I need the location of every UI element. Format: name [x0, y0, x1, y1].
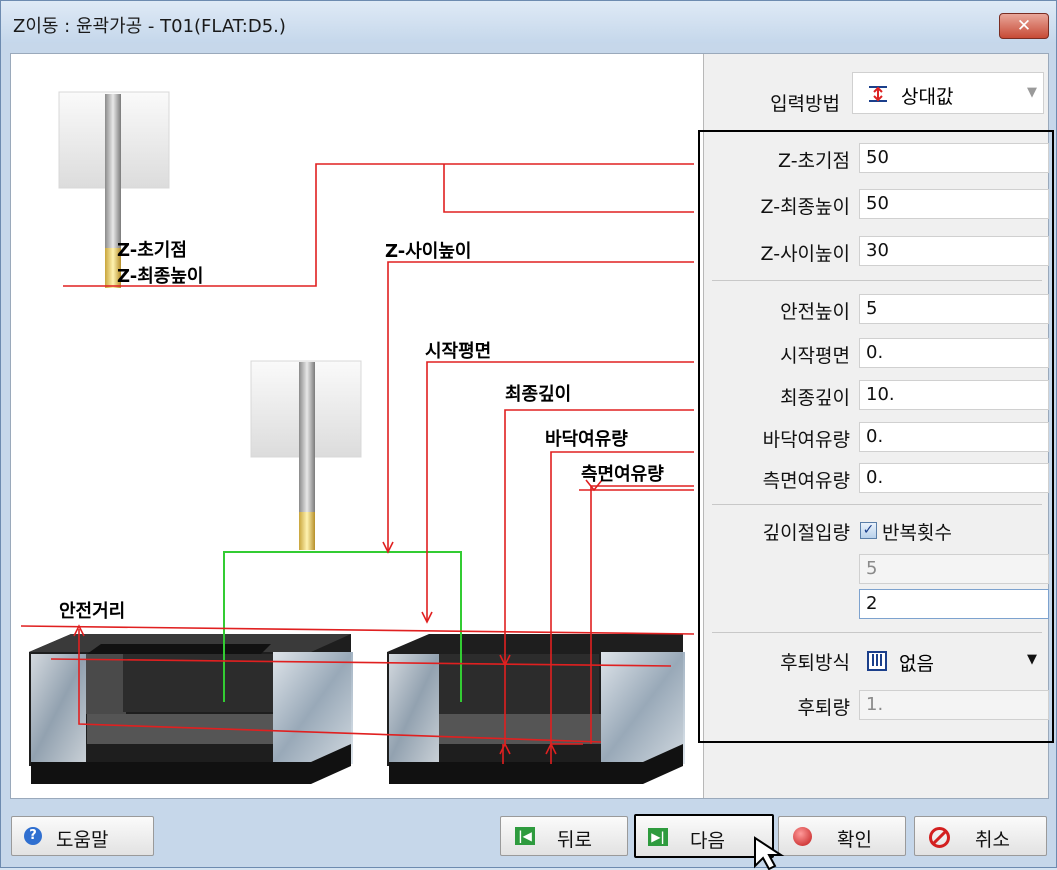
retract-method-label: 후퇴방식	[780, 652, 850, 674]
z-initial-label: Z-초기점	[778, 150, 850, 172]
button-bar: ? 도움말 |◀ 뒤로 ▶| 다음 확인 취소	[1, 806, 1056, 870]
depth-cut-label: 깊이절입량	[762, 522, 850, 544]
depth-cut-disabled-field: 5	[859, 554, 1049, 584]
window-title: Z이동 : 윤곽가공 - T01(FLAT:D5.)	[13, 16, 286, 37]
close-button[interactable]: ✕	[999, 13, 1049, 39]
back-button[interactable]: |◀ 뒤로	[500, 816, 628, 856]
parameter-panel: 입력방법 상대값 ▼ Z-초기점 50 Z-최종높이 50 Z-사이높이 30 …	[703, 54, 1049, 798]
retract-method-value: 없음	[899, 653, 934, 675]
side-allowance-field[interactable]: 0.	[859, 463, 1049, 493]
ok-button[interactable]: 확인	[778, 816, 906, 856]
next-button-label: 다음	[690, 830, 725, 852]
chevron-down-icon: ▼	[1027, 652, 1037, 667]
retract-amount-label: 후퇴량	[797, 697, 850, 719]
client-area: Z-초기점 Z-최종높이 Z-사이높이 시작평면 최종깊이 바닥여유량 측면여유…	[10, 53, 1049, 799]
label-final-depth: 최종깊이	[505, 384, 571, 405]
floor-allowance-label: 바닥여유량	[762, 429, 850, 451]
input-method-dropdown[interactable]: 상대값 ▼	[852, 72, 1044, 114]
z-final-height-label: Z-최종높이	[760, 196, 850, 218]
cancel-icon	[929, 827, 950, 848]
mouse-cursor-icon	[754, 836, 785, 870]
ok-icon	[793, 827, 812, 846]
label-safe-distance: 안전거리	[59, 601, 125, 622]
help-icon: ?	[24, 827, 42, 845]
start-plane-field[interactable]: 0.	[859, 338, 1049, 368]
label-z-initial: Z-초기점	[117, 240, 187, 261]
repeat-count-checkbox[interactable]: ✓	[860, 522, 877, 539]
retract-icon	[867, 651, 887, 671]
side-allowance-label: 측면여유량	[762, 470, 850, 492]
title-bar: Z이동 : 윤곽가공 - T01(FLAT:D5.) ✕	[1, 1, 1056, 43]
cancel-button[interactable]: 취소	[914, 816, 1047, 856]
illustration-panel: Z-초기점 Z-최종높이 Z-사이높이 시작평면 최종깊이 바닥여유량 측면여유…	[11, 54, 703, 798]
safe-height-field[interactable]: 5	[859, 294, 1049, 324]
tool-middle-icon	[250, 360, 362, 550]
workpiece-left-icon	[29, 634, 353, 784]
chevron-down-icon: ▼	[1027, 85, 1037, 100]
relative-value-icon	[867, 84, 889, 104]
repeat-count-label: 반복횟수	[882, 522, 952, 544]
z-final-height-field[interactable]: 50	[859, 189, 1049, 219]
ok-button-label: 확인	[837, 829, 872, 851]
final-depth-label: 최종깊이	[780, 387, 850, 409]
back-icon: |◀	[515, 827, 535, 845]
safe-height-label: 안전높이	[780, 301, 850, 323]
input-method-label: 입력방법	[770, 93, 840, 115]
retract-amount-field: 1.	[859, 690, 1049, 720]
help-button[interactable]: ? 도움말	[11, 816, 154, 856]
separator	[712, 504, 1042, 505]
label-side-allowance: 측면여유량	[581, 464, 664, 485]
z-between-height-field[interactable]: 30	[859, 236, 1049, 266]
label-z-between-height: Z-사이높이	[385, 241, 471, 262]
label-floor-allowance: 바닥여유량	[545, 429, 628, 450]
depth-cut-field[interactable]: 2	[859, 589, 1049, 619]
back-button-label: 뒤로	[557, 829, 592, 851]
retract-method-dropdown[interactable]: 없음 ▼	[852, 639, 1044, 681]
next-icon: ▶|	[648, 828, 668, 846]
start-plane-label: 시작평면	[780, 345, 850, 367]
cancel-button-label: 취소	[975, 829, 1010, 851]
help-button-label: 도움말	[56, 829, 109, 851]
label-z-final-height: Z-최종높이	[117, 266, 203, 287]
label-start-plane: 시작평면	[425, 341, 491, 362]
final-depth-field[interactable]: 10.	[859, 380, 1049, 410]
floor-allowance-field[interactable]: 0.	[859, 422, 1049, 452]
z-between-height-label: Z-사이높이	[760, 243, 850, 265]
separator	[712, 280, 1042, 281]
input-method-value: 상대값	[901, 86, 954, 108]
z-initial-field[interactable]: 50	[859, 143, 1049, 173]
workpiece-right-icon	[387, 634, 685, 784]
z-move-diagram: Z-초기점 Z-최종높이 Z-사이높이 시작평면 최종깊이 바닥여유량 측면여유…	[20, 91, 695, 784]
dialog-window: Z이동 : 윤곽가공 - T01(FLAT:D5.) ✕ Z-초기점 Z-최종높…	[0, 0, 1057, 870]
separator	[712, 632, 1042, 633]
